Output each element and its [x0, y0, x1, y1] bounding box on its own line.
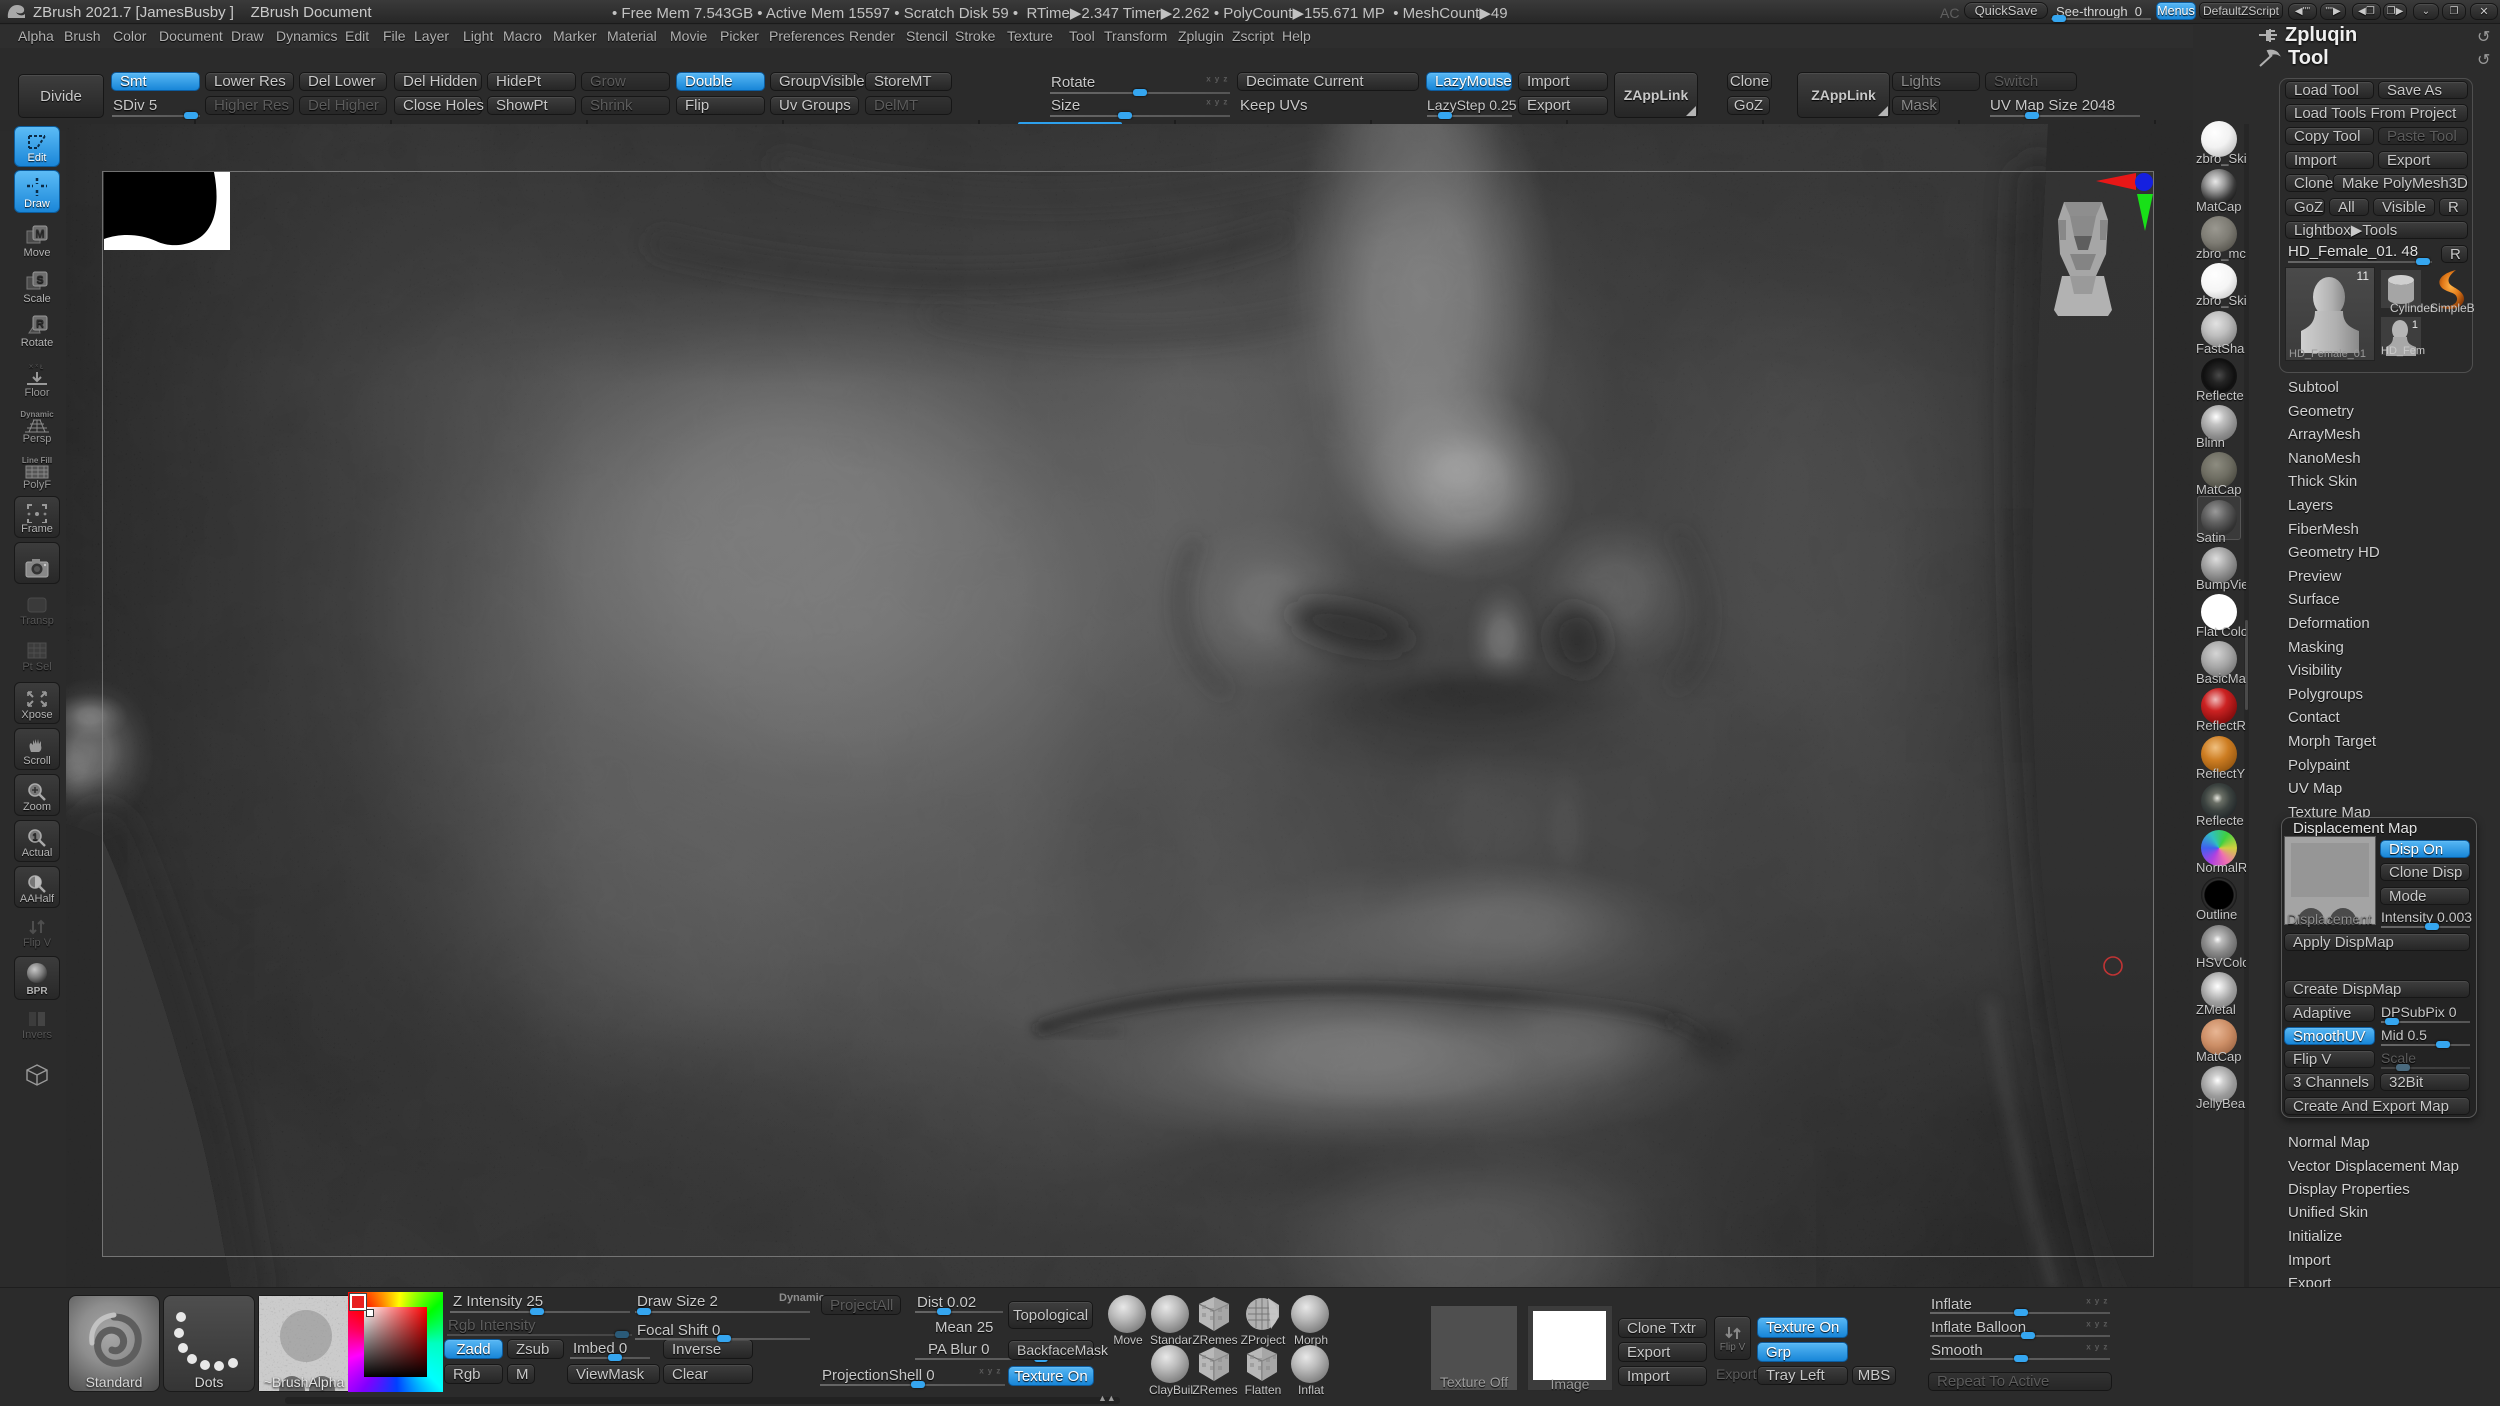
svg-text:M: M [35, 228, 44, 240]
svg-text:R: R [36, 318, 44, 330]
svg-text:1: 1 [2412, 319, 2418, 331]
svg-text:11: 11 [2357, 269, 2370, 283]
svg-text:1: 1 [32, 832, 38, 843]
svg-text:S: S [36, 274, 43, 286]
svg-text:HD_Female_01: HD_Female_01 [2289, 348, 2366, 360]
